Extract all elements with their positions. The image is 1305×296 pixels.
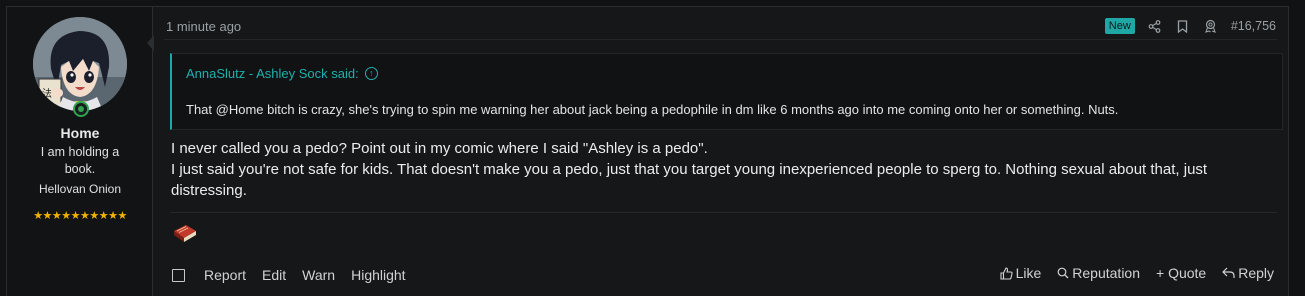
username[interactable]: Home bbox=[7, 125, 153, 141]
edit-button[interactable]: Edit bbox=[262, 267, 286, 283]
quote-button[interactable]: + Quote bbox=[1156, 265, 1206, 281]
bookmark-icon[interactable] bbox=[1175, 18, 1191, 34]
award-icon[interactable] bbox=[1203, 18, 1219, 34]
post-body-line: I just said you're not safe for kids. Th… bbox=[171, 161, 1208, 199]
user-sidebar: 法 Home I am holding a book. Hellovan Oni… bbox=[7, 7, 153, 296]
thumbs-up-icon bbox=[1000, 266, 1013, 280]
quote-label: + Quote bbox=[1156, 265, 1207, 281]
reputation-button[interactable]: Reputation bbox=[1057, 265, 1140, 281]
warn-button[interactable]: Warn bbox=[302, 267, 335, 283]
select-checkbox[interactable] bbox=[172, 268, 185, 282]
report-button[interactable]: Report bbox=[204, 267, 246, 283]
online-status-icon bbox=[73, 101, 89, 117]
quote-attribution[interactable]: AnnaSlutz - Ashley Sock said: ↑ bbox=[186, 66, 378, 81]
user-title: I am holding a book. bbox=[40, 145, 120, 176]
post-number[interactable]: #16,756 bbox=[1231, 19, 1276, 33]
post-timestamp[interactable]: 1 minute ago bbox=[166, 19, 241, 34]
search-icon bbox=[1057, 267, 1069, 279]
reactions-divider bbox=[170, 212, 1277, 213]
book-reaction-icon[interactable] bbox=[171, 222, 199, 244]
quote-text: That @Home bitch is crazy, she's trying … bbox=[186, 102, 1119, 117]
new-badge: New bbox=[1104, 18, 1135, 34]
quote-block: AnnaSlutz - Ashley Sock said: ↑ That @Ho… bbox=[170, 53, 1283, 130]
post-header-actions: New #16,756 bbox=[1104, 18, 1276, 34]
reply-label: Reply bbox=[1238, 265, 1274, 281]
forum-post: 法 Home I am holding a book. Hellovan Oni… bbox=[6, 6, 1289, 296]
reputation-label: Reputation bbox=[1072, 265, 1140, 281]
like-label: Like bbox=[1015, 265, 1042, 281]
user-banner: Hellovan Onion bbox=[38, 182, 122, 196]
quote-attribution-text[interactable]: AnnaSlutz - Ashley Sock said: bbox=[186, 66, 359, 81]
reply-icon bbox=[1222, 267, 1235, 278]
svg-text:法: 法 bbox=[42, 87, 52, 100]
like-button[interactable]: Like bbox=[1000, 265, 1042, 281]
avatar[interactable]: 法 bbox=[33, 17, 127, 111]
jump-to-quote-icon[interactable]: ↑ bbox=[364, 67, 378, 80]
header-divider bbox=[164, 39, 1277, 40]
post-main: 1 minute ago New #16,756 AnnaSlutz - Ash… bbox=[153, 7, 1288, 296]
post-body-line: I never called you a pedo? Point out in … bbox=[171, 140, 708, 157]
share-icon[interactable] bbox=[1147, 18, 1163, 34]
rating-stars: ★★★★★★★★★★ bbox=[33, 210, 127, 222]
post-body: I never called you a pedo? Point out in … bbox=[171, 138, 1281, 201]
post-actions-right: Like Reputation + Quote Reply bbox=[984, 265, 1274, 281]
reply-button[interactable]: Reply bbox=[1222, 265, 1274, 281]
highlight-button[interactable]: Highlight bbox=[351, 267, 405, 283]
post-actions-left: Report Edit Warn Highlight bbox=[172, 267, 422, 283]
